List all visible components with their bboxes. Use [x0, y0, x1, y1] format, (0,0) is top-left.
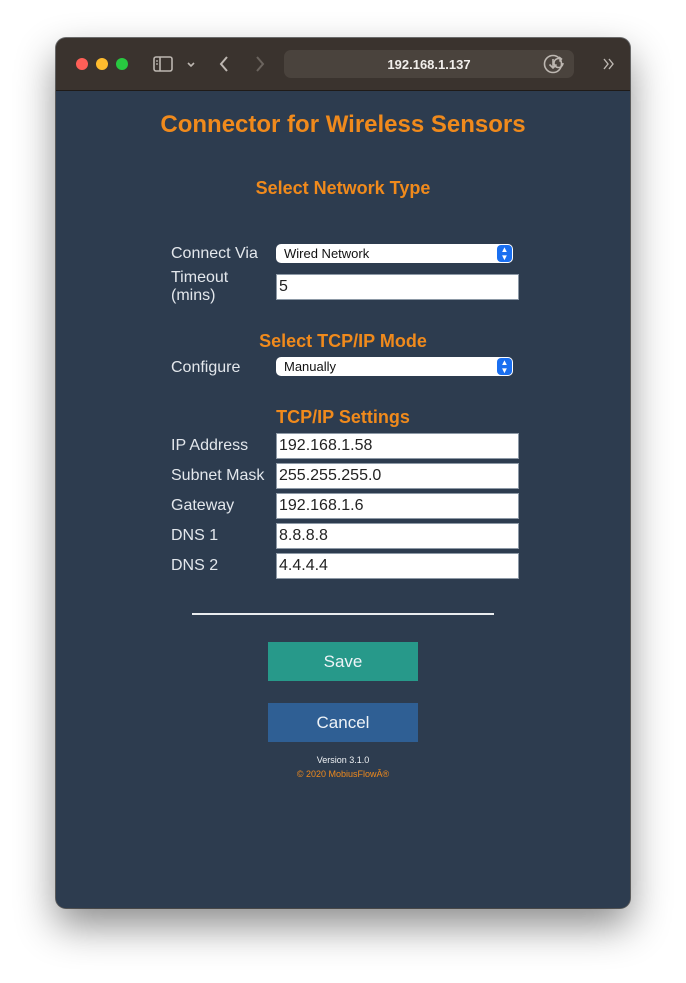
subnet-mask-input[interactable]: 255.255.255.0 — [276, 463, 519, 489]
version-text: Version 3.1.0 — [316, 755, 370, 765]
gateway-input[interactable]: 192.168.1.6 — [276, 493, 519, 519]
configure-label: Configure — [171, 359, 241, 376]
zoom-window-button[interactable] — [116, 58, 128, 70]
configure-value: Manually — [284, 359, 337, 374]
browser-window: 192.168.1.137 Connector for Wireless Sen… — [56, 38, 630, 908]
minimize-window-button[interactable] — [96, 58, 108, 70]
copyright-text: © 2020 MobiusFlowÂ® — [296, 769, 390, 779]
close-window-button[interactable] — [76, 58, 88, 70]
back-icon[interactable] — [218, 55, 230, 77]
gateway-label: Gateway — [171, 497, 235, 514]
tcpip-mode-heading: Select TCP/IP Mode — [259, 331, 427, 351]
ip-address-label: IP Address — [171, 437, 249, 454]
timeout-label-line2: (mins) — [171, 287, 216, 304]
cancel-button[interactable]: Cancel — [268, 703, 418, 742]
select-arrows-icon: ▲ ▼ — [497, 358, 512, 375]
subnet-mask-label: Subnet Mask — [171, 467, 265, 484]
ip-address-input[interactable]: 192.168.1.58 — [276, 433, 519, 459]
timeout-label-line1: Timeout — [171, 269, 229, 286]
url-text: 192.168.1.137 — [387, 57, 471, 72]
chevron-down-icon[interactable] — [186, 58, 196, 74]
dns2-label: DNS 2 — [171, 557, 219, 574]
divider — [192, 613, 494, 615]
page-content: Connector for Wireless Sensors Select Ne… — [56, 91, 630, 908]
tcpip-settings-heading: TCP/IP Settings — [276, 407, 410, 427]
sidebar-icon[interactable] — [153, 56, 173, 76]
download-icon[interactable] — [543, 54, 563, 78]
browser-toolbar: 192.168.1.137 — [56, 38, 630, 91]
connect-via-value: Wired Network — [284, 246, 370, 261]
configure-select[interactable]: Manually ▲ ▼ — [276, 357, 513, 376]
dns2-input[interactable]: 4.4.4.4 — [276, 553, 519, 579]
connect-via-label: Connect Via — [171, 245, 258, 262]
network-type-heading: Select Network Type — [255, 178, 431, 198]
double-chevron-right-icon[interactable] — [602, 57, 616, 75]
address-bar[interactable]: 192.168.1.137 — [284, 50, 574, 78]
forward-icon[interactable] — [254, 55, 266, 77]
dns1-input[interactable]: 8.8.8.8 — [276, 523, 519, 549]
connect-via-select[interactable]: Wired Network ▲ ▼ — [276, 244, 513, 263]
timeout-input[interactable]: 5 — [276, 274, 519, 300]
save-button[interactable]: Save — [268, 642, 418, 681]
page-title: Connector for Wireless Sensors — [160, 111, 526, 138]
select-arrows-icon: ▲ ▼ — [497, 245, 512, 262]
dns1-label: DNS 1 — [171, 527, 219, 544]
